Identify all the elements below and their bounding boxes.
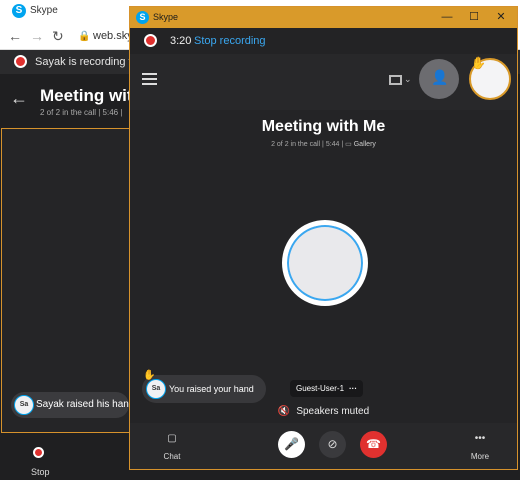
- layout-icon: [389, 75, 402, 85]
- speaker-muted-icon: 🔇: [277, 406, 291, 417]
- raised-hand-icon: ✋: [143, 370, 156, 381]
- add-participant-button[interactable]: 👤: [419, 59, 459, 99]
- gallery-view-label[interactable]: Gallery: [354, 141, 376, 148]
- stop-record-icon[interactable]: [33, 447, 44, 458]
- speakers-muted-text: Speakers muted: [296, 406, 370, 417]
- back-arrow-icon[interactable]: ←: [10, 88, 28, 109]
- participant-name: Guest-User-1: [296, 384, 345, 393]
- background-window-title: Skype: [30, 5, 58, 16]
- skype-call-window: S Skype — ☐ ✕ 3:20 Stop recording ⌄ 👤 ✋ …: [129, 6, 518, 470]
- recording-bar: 3:20 Stop recording: [130, 28, 517, 54]
- window-title: Skype: [153, 12, 179, 22]
- layout-switch-button[interactable]: ⌄: [389, 73, 412, 89]
- end-call-button[interactable]: ☎: [360, 431, 387, 458]
- microphone-button[interactable]: 🎤: [278, 431, 305, 458]
- recording-timer: 3:20: [170, 35, 192, 47]
- hamburger-menu-icon[interactable]: [142, 73, 157, 86]
- chat-button[interactable]: ▢ Chat: [152, 433, 192, 461]
- participant-name-tag: Guest-User-1 ···: [290, 380, 364, 397]
- raised-hand-pill: Sa ✋ You raised your hand: [142, 370, 266, 403]
- background-meeting-title: Meeting wit: [40, 86, 133, 105]
- recording-notice: Sayak is recording the: [35, 56, 144, 68]
- meeting-title: Meeting with Me: [261, 118, 386, 135]
- minimize-icon[interactable]: —: [440, 10, 454, 24]
- avatar: Sa: [146, 379, 166, 399]
- skype-logo-icon: S: [12, 4, 26, 18]
- call-top-bar: ⌄ 👤 ✋: [130, 54, 517, 110]
- chat-icon: ▢: [167, 433, 177, 444]
- back-arrow-icon[interactable]: ←: [8, 28, 22, 44]
- meeting-subtitle: 2 of 2 in the call | 5:44 | ▭ Gallery: [130, 140, 517, 148]
- avatar: Sa: [14, 395, 34, 415]
- background-meeting-subtitle: 2 of 2 in the call | 5:46 |: [40, 108, 123, 117]
- maximize-icon[interactable]: ☐: [467, 10, 481, 24]
- window-titlebar: S Skype — ☐ ✕: [130, 7, 517, 28]
- call-stage: Meeting with Me 2 of 2 in the call | 5:4…: [130, 110, 517, 423]
- chevron-down-icon: ⌄: [404, 74, 412, 84]
- background-raised-hand-pill: Sa Sayak raised his hand: [11, 392, 134, 418]
- record-icon: [14, 55, 27, 68]
- skype-logo-icon: S: [136, 11, 149, 24]
- lock-icon: 🔒: [78, 31, 91, 42]
- add-person-icon: 👤: [431, 69, 449, 85]
- stop-button[interactable]: Stop: [31, 467, 50, 477]
- reload-icon[interactable]: ↻: [52, 28, 64, 45]
- more-button[interactable]: ••• More: [460, 433, 500, 461]
- call-status-text: 2 of 2 in the call | 5:44 |: [271, 141, 344, 148]
- chat-label: Chat: [163, 452, 181, 461]
- self-avatar[interactable]: ✋: [469, 56, 511, 100]
- raised-hand-text: Sayak raised his hand: [36, 399, 135, 410]
- remote-participant-avatar: [282, 220, 368, 306]
- hang-up-icon: ☎: [366, 437, 381, 451]
- raised-hand-icon: ✋: [471, 56, 486, 70]
- forward-arrow-icon[interactable]: →: [30, 28, 44, 44]
- camera-toggle-button[interactable]: ⊘: [319, 431, 346, 458]
- camera-off-icon: ⊘: [327, 437, 338, 451]
- ellipsis-icon: •••: [474, 433, 486, 444]
- raised-hand-text: You raised your hand: [169, 384, 254, 394]
- speakers-muted-status: 🔇 Speakers muted: [130, 406, 517, 417]
- gallery-icon: ▭: [345, 141, 354, 148]
- more-label: More: [470, 452, 490, 461]
- more-options-icon[interactable]: ···: [349, 384, 357, 393]
- close-icon[interactable]: ✕: [494, 10, 508, 24]
- microphone-icon: 🎤: [284, 437, 299, 451]
- record-icon: [144, 34, 157, 47]
- call-controls: ▢ Chat 🎤 ⊘ ☎ ••• More: [130, 423, 517, 469]
- stop-recording-link[interactable]: Stop recording: [194, 35, 266, 47]
